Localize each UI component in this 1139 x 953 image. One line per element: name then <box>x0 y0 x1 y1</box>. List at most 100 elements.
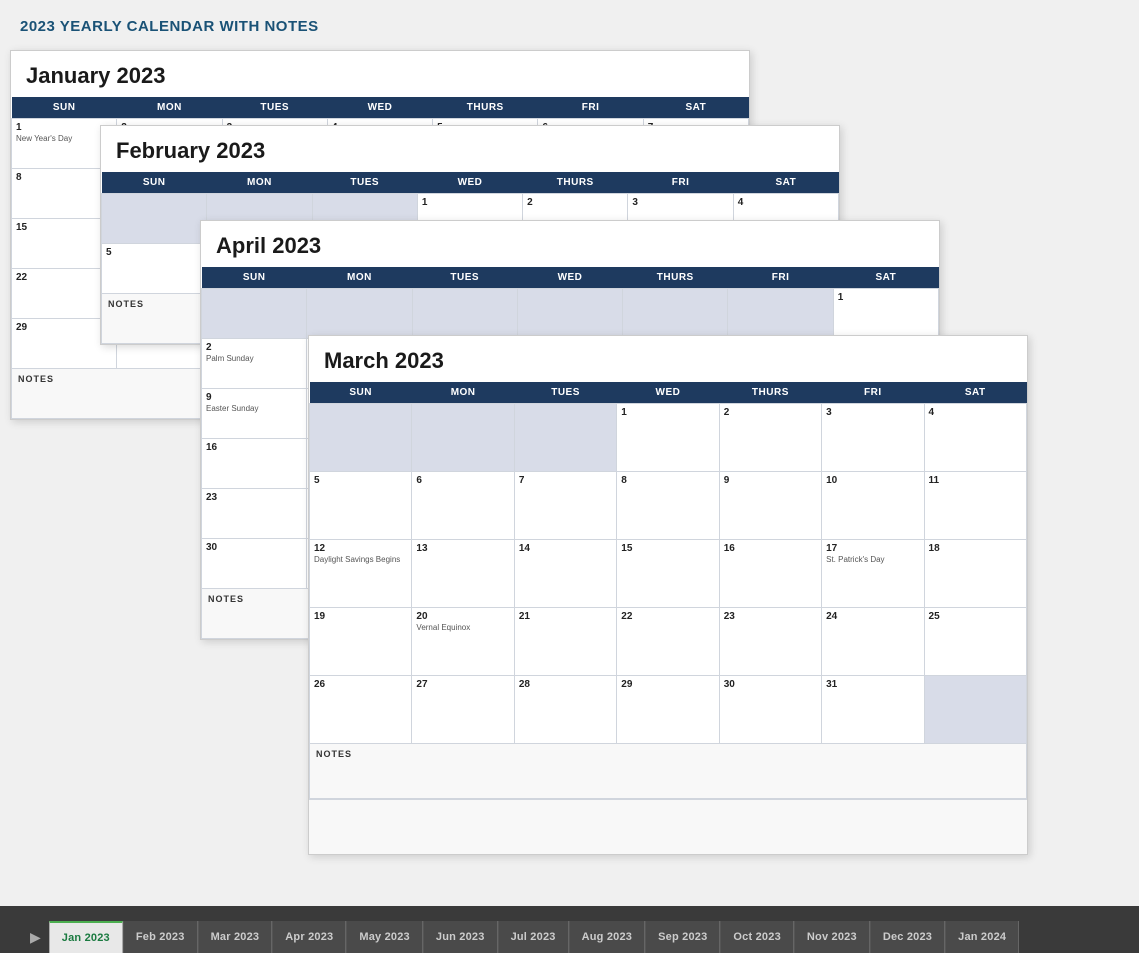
mar-day-21: 21 <box>514 608 616 676</box>
apr-col-sun: SUN <box>202 267 307 289</box>
mar-col-tue: TUES <box>514 382 616 404</box>
mar-notes: NOTES <box>310 744 1027 799</box>
apr-empty-2 <box>307 289 412 339</box>
apr-empty-4 <box>517 289 622 339</box>
table-row: 5 6 7 8 9 10 11 <box>310 472 1027 540</box>
mar-day-28: 28 <box>514 676 616 744</box>
mar-day-30: 30 <box>719 676 821 744</box>
mar-day-19: 19 <box>310 608 412 676</box>
mar-col-thu: THURS <box>719 382 821 404</box>
feb-empty-1 <box>102 194 207 244</box>
mar-day-16: 16 <box>719 540 821 608</box>
feb-col-thu: THURS <box>523 172 628 194</box>
apr-col-mon: MON <box>307 267 412 289</box>
mar-day-25: 25 <box>924 608 1026 676</box>
tab-apr-2023[interactable]: Apr 2023 <box>272 921 346 953</box>
table-row: 19 20Vernal Equinox 21 22 23 24 25 <box>310 608 1027 676</box>
feb-col-mon: MON <box>207 172 312 194</box>
apr-col-fri: FRI <box>728 267 833 289</box>
mar-day-23: 23 <box>719 608 821 676</box>
mar-day-3: 3 <box>822 404 924 472</box>
mar-day-10: 10 <box>822 472 924 540</box>
apr-day-1: 1 <box>833 289 938 339</box>
tab-oct-2023[interactable]: Oct 2023 <box>720 921 793 953</box>
table-row: 12Daylight Savings Begins 13 14 15 16 17… <box>310 540 1027 608</box>
mar-day-18: 18 <box>924 540 1026 608</box>
mar-empty-3 <box>514 404 616 472</box>
mar-day-15: 15 <box>617 540 719 608</box>
feb-col-fri: FRI <box>628 172 733 194</box>
feb-col-sun: SUN <box>102 172 207 194</box>
mar-day-12: 12Daylight Savings Begins <box>310 540 412 608</box>
february-title: February 2023 <box>101 126 839 172</box>
mar-day-17: 17St. Patrick's Day <box>822 540 924 608</box>
mar-day-6: 6 <box>412 472 514 540</box>
apr-day-16: 16 <box>202 439 307 489</box>
tab-nov-2023[interactable]: Nov 2023 <box>794 921 870 953</box>
feb-col-sat: SAT <box>733 172 838 194</box>
apr-empty-1 <box>202 289 307 339</box>
apr-day-2: 2Palm Sunday <box>202 339 307 389</box>
tab-jun-2023[interactable]: Jun 2023 <box>423 921 498 953</box>
tab-bar: ▶ Jan 2023 Feb 2023 Mar 2023 Apr 2023 Ma… <box>0 906 1139 953</box>
tab-mar-2023[interactable]: Mar 2023 <box>198 921 273 953</box>
tab-sep-2023[interactable]: Sep 2023 <box>645 921 720 953</box>
apr-col-tue: TUES <box>412 267 517 289</box>
table-row: 1 2 3 4 <box>310 404 1027 472</box>
jan-col-mon: MON <box>117 97 222 119</box>
mar-day-1: 1 <box>617 404 719 472</box>
mar-day-2: 2 <box>719 404 821 472</box>
mar-day-22: 22 <box>617 608 719 676</box>
mar-notes-row: NOTES <box>310 744 1027 799</box>
march-title: March 2023 <box>309 336 1027 382</box>
tab-jul-2023[interactable]: Jul 2023 <box>498 921 569 953</box>
mar-col-mon: MON <box>412 382 514 404</box>
mar-day-9: 9 <box>719 472 821 540</box>
march-notes-area <box>309 799 1027 854</box>
apr-empty-5 <box>623 289 728 339</box>
mar-empty-2 <box>412 404 514 472</box>
mar-col-sat: SAT <box>924 382 1026 404</box>
feb-col-tue: TUES <box>312 172 417 194</box>
calendar-march: March 2023 SUN MON TUES WED THURS FRI SA… <box>308 335 1028 855</box>
mar-col-wed: WED <box>617 382 719 404</box>
main-area: 2023 YEARLY CALENDAR WITH NOTES January … <box>0 0 1139 906</box>
tab-aug-2023[interactable]: Aug 2023 <box>569 921 646 953</box>
tab-jan-2024[interactable]: Jan 2024 <box>945 921 1019 953</box>
apr-empty-6 <box>728 289 833 339</box>
feb-day-5: 5 <box>102 244 207 294</box>
feb-col-wed: WED <box>417 172 522 194</box>
mar-day-14: 14 <box>514 540 616 608</box>
mar-day-5: 5 <box>310 472 412 540</box>
march-table: SUN MON TUES WED THURS FRI SAT 1 2 3 <box>309 382 1027 799</box>
tab-feb-2023[interactable]: Feb 2023 <box>123 921 198 953</box>
jan-col-fri: FRI <box>538 97 643 119</box>
mar-day-24: 24 <box>822 608 924 676</box>
mar-day-8: 8 <box>617 472 719 540</box>
april-title: April 2023 <box>201 221 939 267</box>
apr-day-9: 9Easter Sunday <box>202 389 307 439</box>
table-row: 1 <box>202 289 939 339</box>
jan-col-wed: WED <box>327 97 432 119</box>
tab-jan-2023[interactable]: Jan 2023 <box>49 921 123 953</box>
mar-col-sun: SUN <box>310 382 412 404</box>
apr-day-30: 30 <box>202 539 307 589</box>
january-title: January 2023 <box>11 51 749 97</box>
mar-day-29: 29 <box>617 676 719 744</box>
table-row: 26 27 28 29 30 31 <box>310 676 1027 744</box>
mar-day-31: 31 <box>822 676 924 744</box>
jan-col-sat: SAT <box>643 97 748 119</box>
jan-col-tue: TUES <box>222 97 327 119</box>
jan-col-thu: THURS <box>433 97 538 119</box>
mar-day-27: 27 <box>412 676 514 744</box>
apr-col-wed: WED <box>517 267 622 289</box>
mar-col-fri: FRI <box>822 382 924 404</box>
tab-scroll-left[interactable]: ▶ <box>22 921 49 953</box>
apr-empty-3 <box>412 289 517 339</box>
tab-dec-2023[interactable]: Dec 2023 <box>870 921 945 953</box>
tab-may-2023[interactable]: May 2023 <box>346 921 423 953</box>
jan-col-sun: SUN <box>12 97 117 119</box>
mar-out-1 <box>924 676 1026 744</box>
mar-empty-1 <box>310 404 412 472</box>
apr-day-23: 23 <box>202 489 307 539</box>
